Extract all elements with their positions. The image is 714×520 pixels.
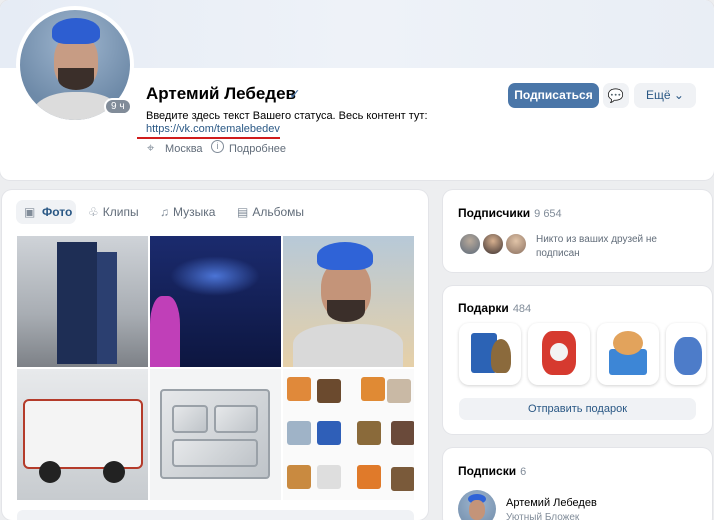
gift-item[interactable] [597, 323, 659, 385]
location-pin-icon: ⌖ [147, 140, 155, 155]
message-button[interactable]: 💬 [603, 83, 629, 108]
tab-clips[interactable]: ♧ Клипы [88, 200, 139, 224]
info-icon: i [211, 140, 224, 153]
red-underline [137, 137, 280, 139]
tab-albums[interactable]: ▤ Альбомы [237, 200, 304, 224]
profile-city[interactable]: Москва [165, 143, 203, 155]
follow-item-desc: Уютный Бложек [506, 512, 580, 520]
profile-name: Артемий Лебедев [146, 84, 297, 103]
message-icon: 💬 [607, 88, 625, 103]
photo-thumbnail[interactable] [150, 369, 281, 500]
status-link[interactable]: https://vk.com/temalebedev [146, 123, 280, 135]
photo-thumbnail[interactable] [150, 236, 281, 367]
avatar[interactable] [504, 232, 528, 256]
profile-status: Введите здесь текст Вашего статуса. Весь… [146, 110, 428, 122]
tab-music[interactable]: ♫ Музыка [160, 200, 215, 224]
gifts-title[interactable]: Подарки 484 [458, 301, 531, 315]
photo-thumbnail[interactable] [283, 369, 414, 500]
follows-count: 6 [520, 466, 527, 478]
more-info-link[interactable]: Подробнее [229, 143, 286, 155]
follow-item-name[interactable]: Артемий Лебедев [506, 497, 597, 509]
avatar[interactable] [458, 490, 496, 520]
subscribers-note: Никто из ваших друзей не подписан [536, 234, 657, 259]
show-all-photos-button[interactable] [17, 510, 414, 520]
gift-item[interactable] [528, 323, 590, 385]
avatar[interactable] [458, 232, 482, 256]
photo-icon: ▣ [24, 205, 36, 219]
gifts-count: 484 [512, 303, 532, 315]
clips-icon: ♧ [88, 205, 99, 219]
online-badge: 9 ч [104, 98, 132, 115]
subscribers-title[interactable]: Подписчики 9 654 [458, 206, 562, 220]
tab-photo[interactable]: ▣ Фото [16, 200, 76, 224]
photo-thumbnail[interactable] [17, 369, 148, 500]
gift-item[interactable] [666, 323, 706, 385]
subscribe-button[interactable]: Подписаться [508, 83, 599, 108]
verified-icon[interactable]: ✓ [289, 86, 301, 103]
music-icon: ♫ [160, 205, 169, 219]
photo-thumbnail[interactable] [17, 236, 148, 367]
photo-thumbnail[interactable] [283, 236, 414, 367]
gift-item[interactable] [459, 323, 521, 385]
follows-title[interactable]: Подписки 6 [458, 464, 526, 478]
more-button[interactable]: Ещё ⌄ [634, 83, 696, 108]
send-gift-button[interactable]: Отправить подарок [459, 398, 696, 420]
avatar[interactable] [481, 232, 505, 256]
albums-icon: ▤ [237, 205, 249, 219]
subscribers-count: 9 654 [534, 208, 562, 220]
